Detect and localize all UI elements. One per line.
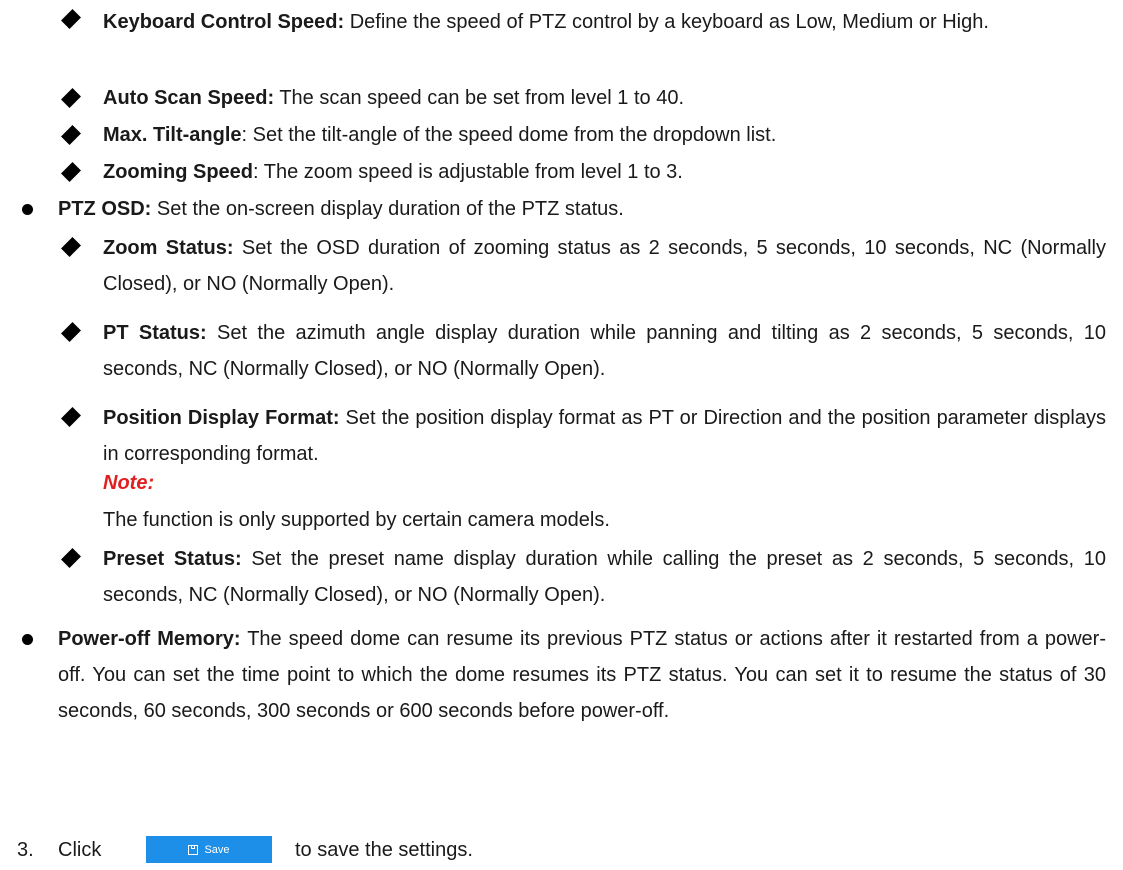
item-zoom-status: Zoom Status: Set the OSD duration of zoo… bbox=[103, 237, 1106, 295]
bullet-diamond-icon bbox=[61, 162, 81, 182]
step-click-text: Click bbox=[58, 839, 102, 861]
item-position-display-format: Position Display Format: Set the positio… bbox=[103, 407, 1106, 465]
bullet-diamond-icon bbox=[61, 9, 81, 29]
item-auto-scan-speed: Auto Scan Speed: The scan speed can be s… bbox=[103, 87, 685, 109]
bullet-dot-icon bbox=[22, 204, 33, 215]
item-zooming-speed: Zooming Speed: The zoom speed is adjusta… bbox=[103, 161, 683, 183]
save-icon bbox=[188, 844, 199, 855]
bullet-diamond-icon bbox=[61, 125, 81, 145]
item-keyboard-control-speed: Keyboard Control Speed: Define the speed… bbox=[103, 11, 989, 33]
step-after-text: to save the settings. bbox=[295, 839, 473, 861]
item-preset-status: Preset Status: Set the preset name displ… bbox=[103, 548, 1106, 606]
bullet-diamond-icon bbox=[61, 548, 81, 568]
save-button-label: Save bbox=[204, 843, 230, 856]
note-heading: Note: bbox=[103, 472, 155, 494]
bullet-diamond-icon bbox=[61, 407, 81, 427]
bullet-diamond-icon bbox=[61, 88, 81, 108]
bullet-diamond-icon bbox=[61, 322, 81, 342]
note-text: The function is only supported by certai… bbox=[103, 509, 610, 531]
item-pt-status: PT Status: Set the azimuth angle display… bbox=[103, 322, 1106, 380]
save-button[interactable]: Save bbox=[146, 836, 272, 863]
bullet-diamond-icon bbox=[61, 237, 81, 257]
item-ptz-osd: PTZ OSD: Set the on-screen display durat… bbox=[58, 198, 624, 220]
item-max-tilt-angle: Max. Tilt-angle: Set the tilt-angle of t… bbox=[103, 124, 777, 146]
bullet-dot-icon bbox=[22, 634, 33, 645]
item-power-off-memory: Power-off Memory: The speed dome can res… bbox=[58, 628, 1107, 722]
step-number: 3. bbox=[17, 839, 34, 861]
